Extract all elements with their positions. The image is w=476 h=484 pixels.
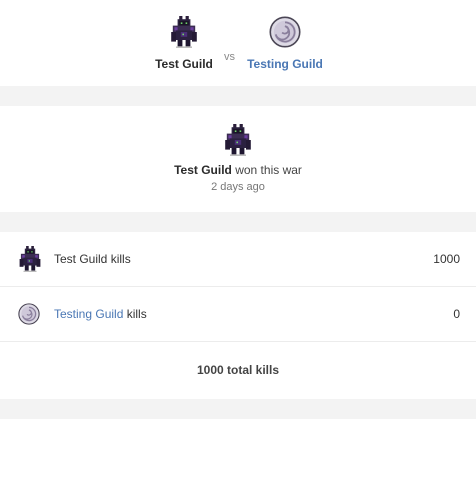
dark-knight-icon[interactable] <box>168 16 200 48</box>
war-header: Test Guild vs Testing Guild <box>0 0 476 86</box>
guild-a-name[interactable]: Test Guild <box>150 57 218 71</box>
swirl-orb-icon[interactable] <box>269 16 301 48</box>
winner-name[interactable]: Test Guild <box>174 163 232 177</box>
kills-label: Test Guild kills <box>54 252 131 266</box>
guild-a-block[interactable]: Test Guild <box>150 16 218 71</box>
kills-value: 1000 <box>433 252 460 266</box>
section-divider <box>0 86 476 106</box>
result-timestamp: 2 days ago <box>211 181 265 193</box>
section-divider <box>0 212 476 232</box>
dark-knight-icon <box>18 246 42 272</box>
won-text: won this war <box>231 163 302 177</box>
dark-knight-icon <box>222 124 254 156</box>
section-divider <box>0 399 476 419</box>
kills-suffix: kills <box>107 252 131 266</box>
kills-suffix: kills <box>123 307 147 321</box>
kills-row-guild-a: Test Guild kills 1000 <box>0 232 476 287</box>
guild-b-block[interactable]: Testing Guild <box>242 16 328 71</box>
guild-b-name[interactable]: Testing Guild <box>242 57 328 71</box>
kills-row-guild-b: Testing Guild kills 0 <box>0 287 476 342</box>
kills-label: Testing Guild kills <box>54 307 147 321</box>
war-result: Test Guild won this war 2 days ago <box>0 106 476 212</box>
total-kills: 1000 total kills <box>0 342 476 399</box>
guild-name[interactable]: Test Guild <box>54 252 107 266</box>
swirl-orb-icon <box>18 301 42 327</box>
vs-label: vs <box>224 51 235 63</box>
kills-value: 0 <box>453 307 460 321</box>
result-text: Test Guild won this war <box>0 163 476 177</box>
guild-name-link[interactable]: Testing Guild <box>54 307 123 321</box>
